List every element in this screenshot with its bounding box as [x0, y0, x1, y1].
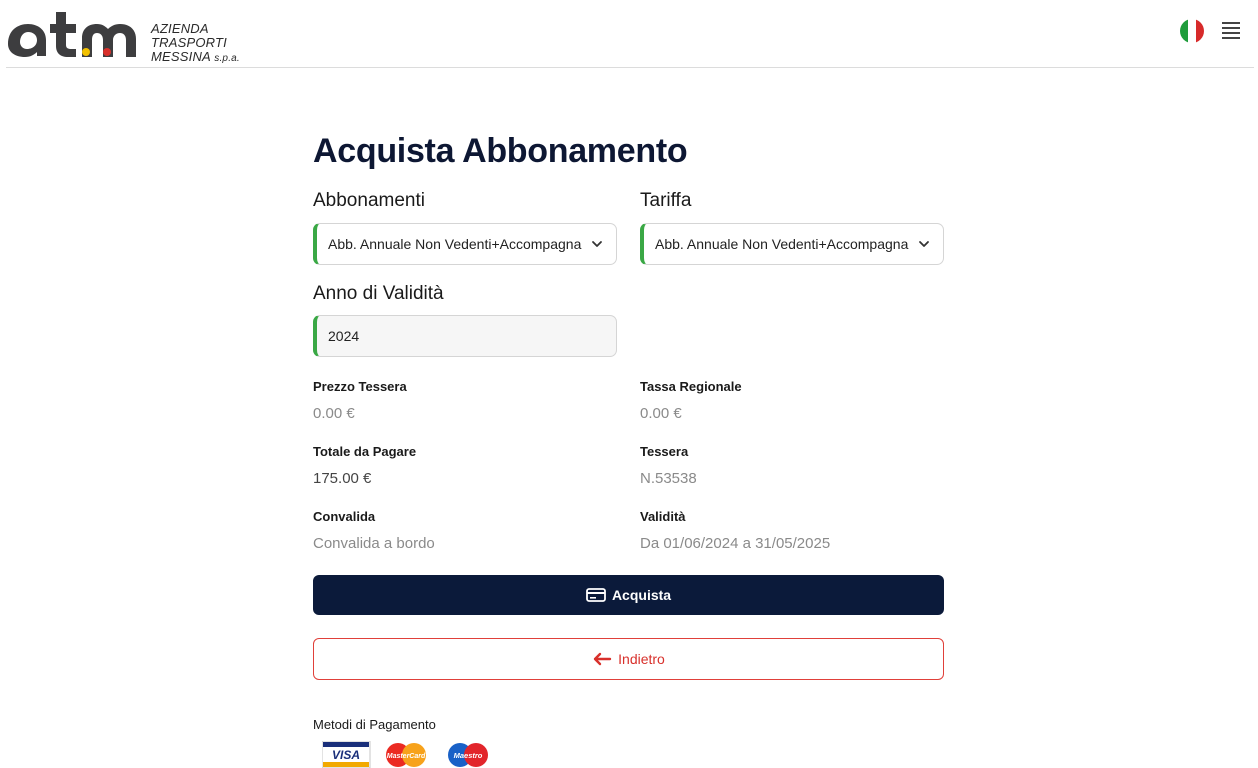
validita-value: Da 01/06/2024 a 31/05/2025 — [640, 535, 831, 552]
tariffa-selected-value: Abb. Annuale Non Vedenti+Accompagna — [655, 236, 909, 252]
atm-logo-mark — [8, 12, 136, 57]
acquista-button[interactable]: Acquista — [313, 575, 944, 615]
tariffa-label: Tariffa — [640, 190, 692, 211]
maestro-card-icon: Maestro — [448, 743, 488, 767]
tassa-regionale-label: Tassa Regionale — [640, 379, 742, 394]
abbonamenti-label: Abbonamenti — [313, 190, 425, 211]
visa-card-icon: VISA — [321, 740, 371, 768]
logo-line-3: MESSINA — [151, 49, 211, 64]
tessera-label: Tessera — [640, 444, 689, 459]
indietro-label: Indietro — [618, 651, 665, 667]
anno-validita-label: Anno di Validità — [313, 283, 444, 304]
logo-subtitle: AZIENDA TRASPORTI MESSINA s.p.a. — [151, 22, 240, 66]
chevron-down-icon — [919, 241, 929, 247]
mastercard-card-icon: MasterCard — [386, 743, 426, 767]
anno-validita-field[interactable]: 2024 — [313, 315, 617, 357]
abbonamenti-select[interactable]: Abb. Annuale Non Vedenti+Accompagna — [313, 223, 617, 265]
header-divider — [6, 67, 1254, 68]
credit-card-icon — [586, 588, 606, 602]
indietro-button[interactable]: Indietro — [313, 638, 944, 680]
totale-label: Totale da Pagare — [313, 444, 417, 459]
validita-label: Validità — [640, 509, 686, 524]
logo-line-2: TRASPORTI — [151, 35, 227, 50]
totale-value: 175.00 € — [313, 470, 372, 487]
page-title: Acquista Abbonamento — [313, 132, 688, 170]
svg-text:MasterCard: MasterCard — [387, 753, 426, 760]
prezzo-tessera-value: 0.00 € — [313, 405, 355, 422]
logo-suffix: s.p.a. — [214, 53, 240, 64]
abbonamenti-selected-value: Abb. Annuale Non Vedenti+Accompagna — [328, 236, 582, 252]
logo-line-1: AZIENDA — [151, 21, 209, 36]
anno-validita-value: 2024 — [328, 328, 360, 344]
prezzo-tessera-label: Prezzo Tessera — [313, 379, 407, 394]
atm-logo[interactable]: AZIENDA TRASPORTI MESSINA s.p.a. — [4, 8, 254, 64]
payment-methods-label: Metodi di Pagamento — [313, 717, 436, 732]
convalida-value: Convalida a bordo — [313, 535, 435, 552]
tessera-value: N.53538 — [640, 470, 697, 487]
app-header: AZIENDA TRASPORTI MESSINA s.p.a. — [0, 0, 1258, 68]
payment-cards: VISA MasterCard Maestro — [321, 740, 502, 768]
tariffa-select[interactable]: Abb. Annuale Non Vedenti+Accompagna — [640, 223, 944, 265]
arrow-left-icon — [593, 652, 612, 666]
hamburger-menu-icon[interactable] — [1222, 22, 1240, 39]
convalida-label: Convalida — [313, 509, 376, 524]
svg-text:VISA: VISA — [332, 748, 360, 762]
italian-flag-language-icon[interactable] — [1180, 19, 1204, 43]
chevron-down-icon — [592, 241, 602, 247]
svg-text:Maestro: Maestro — [454, 751, 483, 760]
acquista-label: Acquista — [611, 587, 672, 603]
tassa-regionale-value: 0.00 € — [640, 405, 682, 422]
